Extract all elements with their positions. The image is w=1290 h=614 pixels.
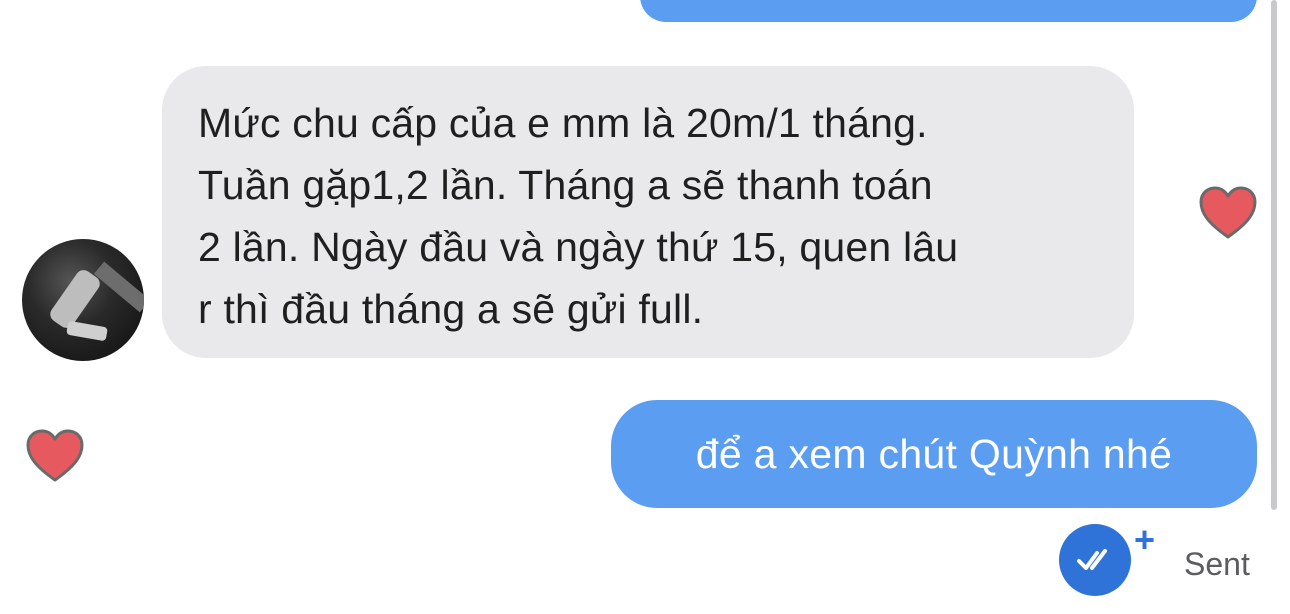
previous-sent-bubble[interactable] [640,0,1257,22]
double-check-icon [1077,549,1107,570]
status-plus-icon: + [1134,519,1156,560]
heart-icon[interactable] [25,428,85,484]
received-message-text: Mức chu cấp của e mm là 20m/1 tháng. Tuầ… [198,100,959,332]
avatar[interactable] [22,239,144,361]
received-message-bubble[interactable]: Mức chu cấp của e mm là 20m/1 tháng. Tuầ… [162,66,1134,358]
scrollbar[interactable] [1271,0,1277,510]
read-receipt-badge [1059,524,1131,596]
sent-message-bubble[interactable]: để a xem chút Quỳnh nhé [611,400,1257,508]
heart-icon[interactable] [1198,185,1258,241]
message-status-label: Sent [1184,546,1250,582]
chat-thread: Mức chu cấp của e mm là 20m/1 tháng. Tuầ… [0,0,1290,614]
sent-message-text: để a xem chút Quỳnh nhé [695,430,1173,477]
